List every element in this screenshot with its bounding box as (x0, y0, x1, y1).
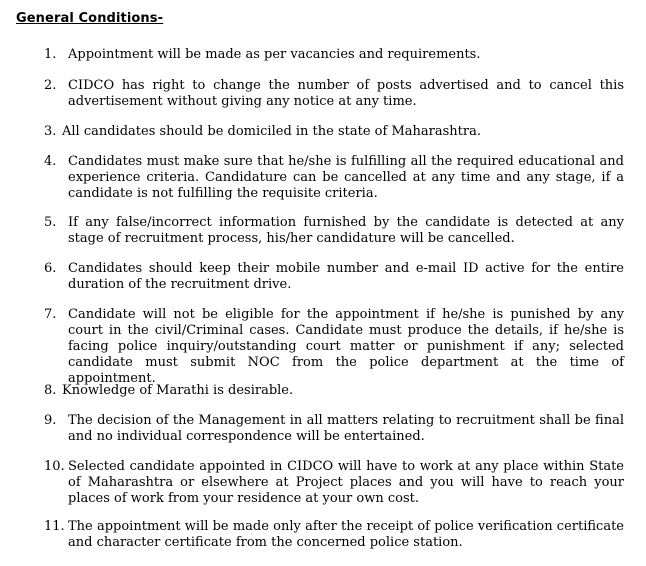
condition-number: 2. (44, 78, 57, 93)
condition-item-1: 1. Appointment will be made as per vacan… (44, 47, 624, 63)
condition-text: Candidates must make sure that he/she is… (68, 154, 624, 201)
condition-item-6: 6. Candidates should keep their mobile n… (44, 261, 624, 293)
section-heading: General Conditions- (16, 11, 164, 26)
condition-text: Candidates should keep their mobile numb… (68, 261, 624, 292)
condition-number: 1. (44, 47, 57, 62)
condition-item-3: 3. All candidates should be domiciled in… (44, 124, 624, 140)
condition-item-10: 10. Selected candidate appointed in CIDC… (44, 459, 624, 507)
condition-number: 6. (44, 261, 57, 276)
condition-item-7: 7. Candidate will not be eligible for th… (44, 307, 624, 387)
condition-number: 4. (44, 154, 57, 169)
document-page: General Conditions- 1. Appointment will … (0, 0, 646, 566)
condition-text: CIDCO has right to change the number of … (68, 78, 624, 109)
condition-text: Appointment will be made as per vacancie… (68, 47, 481, 62)
condition-item-4: 4. Candidates must make sure that he/she… (44, 154, 624, 202)
condition-text: If any false/incorrect information furni… (68, 215, 624, 246)
condition-item-5: 5. If any false/incorrect information fu… (44, 215, 624, 247)
condition-text: Candidate will not be eligible for the a… (68, 307, 624, 386)
condition-item-11: 11. The appointment will be made only af… (44, 519, 624, 551)
condition-number: 7. (44, 307, 57, 322)
condition-item-9: 9. The decision of the Management in all… (44, 413, 624, 445)
condition-number: 11. (44, 519, 65, 534)
condition-text: All candidates should be domiciled in th… (62, 124, 481, 139)
condition-number: 5. (44, 215, 57, 230)
condition-item-8: 8. Knowledge of Marathi is desirable. (44, 383, 624, 399)
condition-number: 3. (44, 124, 57, 139)
condition-text: The appointment will be made only after … (68, 519, 624, 550)
condition-item-2: 2. CIDCO has right to change the number … (44, 78, 624, 110)
condition-number: 8. (44, 383, 57, 398)
condition-number: 10. (44, 459, 65, 474)
condition-number: 9. (44, 413, 57, 428)
condition-text: Knowledge of Marathi is desirable. (62, 383, 294, 398)
condition-text: The decision of the Management in all ma… (68, 413, 624, 444)
condition-text: Selected candidate appointed in CIDCO wi… (68, 459, 624, 506)
